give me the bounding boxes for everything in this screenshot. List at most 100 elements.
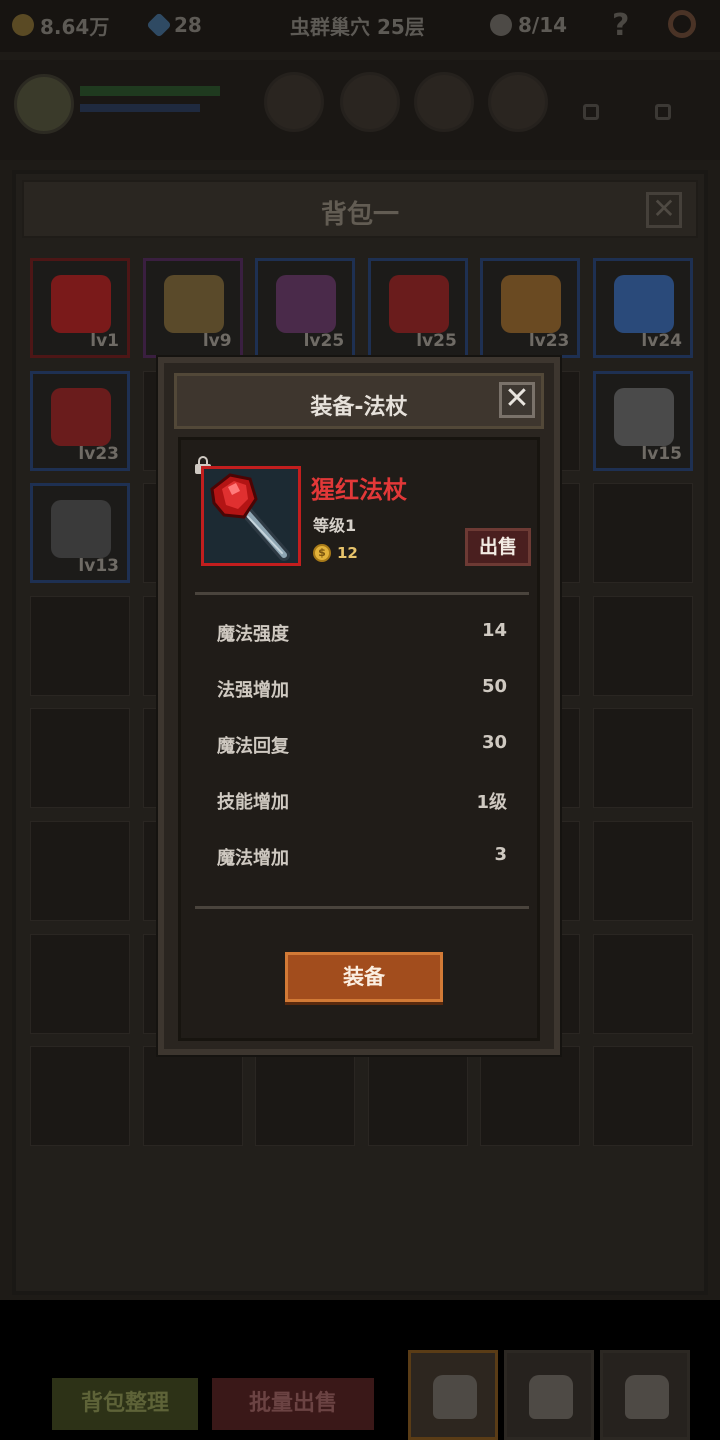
empty-inventory-slot[interactable]	[255, 1046, 356, 1147]
inventory-header: 背包一 ✕	[22, 180, 698, 238]
inventory-title: 背包一	[320, 200, 399, 230]
backpack-icon	[625, 1375, 669, 1419]
equipment-icon	[614, 387, 674, 446]
item-name: 猩红法杖	[311, 476, 407, 504]
inventory-item-slot[interactable]: lv25	[367, 258, 468, 358]
equipment-icon	[51, 387, 111, 446]
empty-inventory-slot[interactable]	[593, 933, 693, 1034]
modal-close-button[interactable]: ✕	[499, 382, 535, 418]
empty-inventory-slot[interactable]	[593, 821, 693, 921]
stat-label: 技能增加	[217, 792, 289, 813]
location-label: 虫群巢穴 25层	[290, 14, 425, 39]
backpack-icon	[433, 1375, 477, 1419]
stat-value: 30	[481, 732, 507, 753]
item-level-label: lv13	[78, 556, 119, 577]
item-icon-frame	[201, 466, 301, 566]
empty-inventory-slot[interactable]	[30, 708, 130, 809]
inventory-item-slot[interactable]: lv25	[255, 258, 356, 358]
equipment-icon	[501, 275, 562, 333]
equipment-icon	[276, 275, 337, 333]
stat-row: 魔法回复 30	[217, 732, 507, 762]
settings-gear-icon[interactable]	[668, 10, 696, 38]
divider	[195, 592, 529, 595]
kill-count: 8/14	[518, 13, 568, 37]
empty-inventory-slot[interactable]	[593, 595, 693, 696]
dungeon-location: 虫群巢穴 25层	[290, 10, 425, 40]
equipment-icon	[51, 500, 111, 559]
item-level-label: lv23	[78, 443, 119, 464]
skull-icon	[490, 14, 512, 36]
inventory-close-button[interactable]: ✕	[646, 192, 682, 228]
stat-row: 魔法强度 14	[217, 620, 507, 650]
equipment-icon	[163, 275, 224, 333]
gem-resource: 28	[146, 10, 202, 40]
mana-bar	[80, 104, 200, 112]
empty-inventory-slot[interactable]	[30, 933, 130, 1034]
sell-button[interactable]: 出售	[465, 528, 531, 566]
equipment-icon	[51, 275, 111, 333]
gold-coin-icon	[12, 14, 34, 36]
empty-inventory-slot[interactable]	[480, 1046, 581, 1147]
hero-avatar	[14, 74, 74, 134]
equipment-icon	[388, 275, 449, 333]
sort-inventory-button[interactable]: 背包整理	[52, 1378, 198, 1430]
modal-title: 装备-法杖	[310, 395, 408, 420]
inventory-item-slot[interactable]: lv15	[593, 370, 693, 471]
item-level: 等级1	[313, 516, 357, 535]
stat-value: 14	[481, 620, 507, 641]
stat-row: 魔法增加 3	[217, 844, 507, 874]
equip-button[interactable]: 装备	[285, 952, 443, 1002]
batch-sell-button[interactable]: 批量出售	[212, 1378, 374, 1430]
bag-tab-1[interactable]	[408, 1350, 498, 1440]
inventory-item-slot[interactable]: lv9	[142, 258, 243, 358]
stat-label: 魔法回复	[217, 736, 289, 757]
stat-label: 法强增加	[217, 680, 289, 701]
empty-inventory-slot[interactable]	[367, 1046, 468, 1147]
hero-status-bar	[0, 60, 720, 160]
equipment-icon	[614, 275, 674, 333]
item-price: 12	[337, 544, 358, 562]
stat-value: 3	[494, 844, 507, 865]
gem-icon	[146, 12, 172, 38]
item-level-label: lv9	[202, 331, 232, 351]
empty-inventory-slot[interactable]	[30, 1046, 130, 1147]
divider	[195, 906, 529, 909]
gold-amount: 8.64万	[40, 14, 110, 39]
inventory-item-slot[interactable]: lv1	[30, 258, 130, 358]
stat-value: 50	[481, 676, 507, 697]
empty-inventory-slot[interactable]	[30, 821, 130, 921]
modal-header: 装备-法杖 ✕	[174, 373, 544, 429]
empty-inventory-slot[interactable]	[593, 708, 693, 809]
empty-inventory-slot[interactable]	[30, 595, 130, 696]
help-icon[interactable]: ?	[612, 8, 629, 43]
inventory-item-slot[interactable]: lv23	[30, 370, 130, 471]
locked-slot-lock-icon	[655, 104, 671, 120]
item-detail-modal: 装备-法杖 ✕ 猩红法杖 等级1 $ 12 出售 魔法强度 14 法强增加 50 魔法回…	[158, 357, 560, 1055]
empty-inventory-slot[interactable]	[593, 1046, 693, 1147]
stat-value: 1级	[476, 792, 507, 813]
stat-label: 魔法强度	[217, 624, 289, 645]
item-level-label: lv24	[641, 331, 682, 351]
resource-bar: 8.64万 28 虫群巢穴 25层 8/14 ?	[0, 0, 720, 52]
inventory-item-slot[interactable]: lv13	[30, 483, 130, 584]
backpack-icon	[529, 1375, 573, 1419]
item-level-label: lv23	[528, 331, 570, 351]
kill-counter: 8/14	[490, 10, 567, 40]
item-level-label: lv25	[416, 331, 457, 351]
coin-icon: $	[313, 544, 331, 562]
skill-slot-1[interactable]	[264, 72, 324, 132]
item-level-label: lv15	[641, 443, 682, 464]
stat-row: 法强增加 50	[217, 676, 507, 706]
stat-row: 技能增加 1级	[217, 788, 507, 818]
skill-slot-3[interactable]	[414, 72, 474, 132]
bag-tab-3[interactable]	[600, 1350, 690, 1440]
gold-resource: 8.64万	[12, 10, 109, 40]
bag-tab-2[interactable]	[504, 1350, 594, 1440]
skill-slot-2[interactable]	[340, 72, 400, 132]
empty-inventory-slot[interactable]	[593, 483, 693, 584]
empty-inventory-slot[interactable]	[142, 1046, 243, 1147]
skill-slot-4[interactable]	[488, 72, 548, 132]
inventory-item-slot[interactable]: lv24	[593, 258, 693, 358]
stat-label: 魔法增加	[217, 848, 289, 869]
inventory-item-slot[interactable]: lv23	[480, 258, 581, 358]
